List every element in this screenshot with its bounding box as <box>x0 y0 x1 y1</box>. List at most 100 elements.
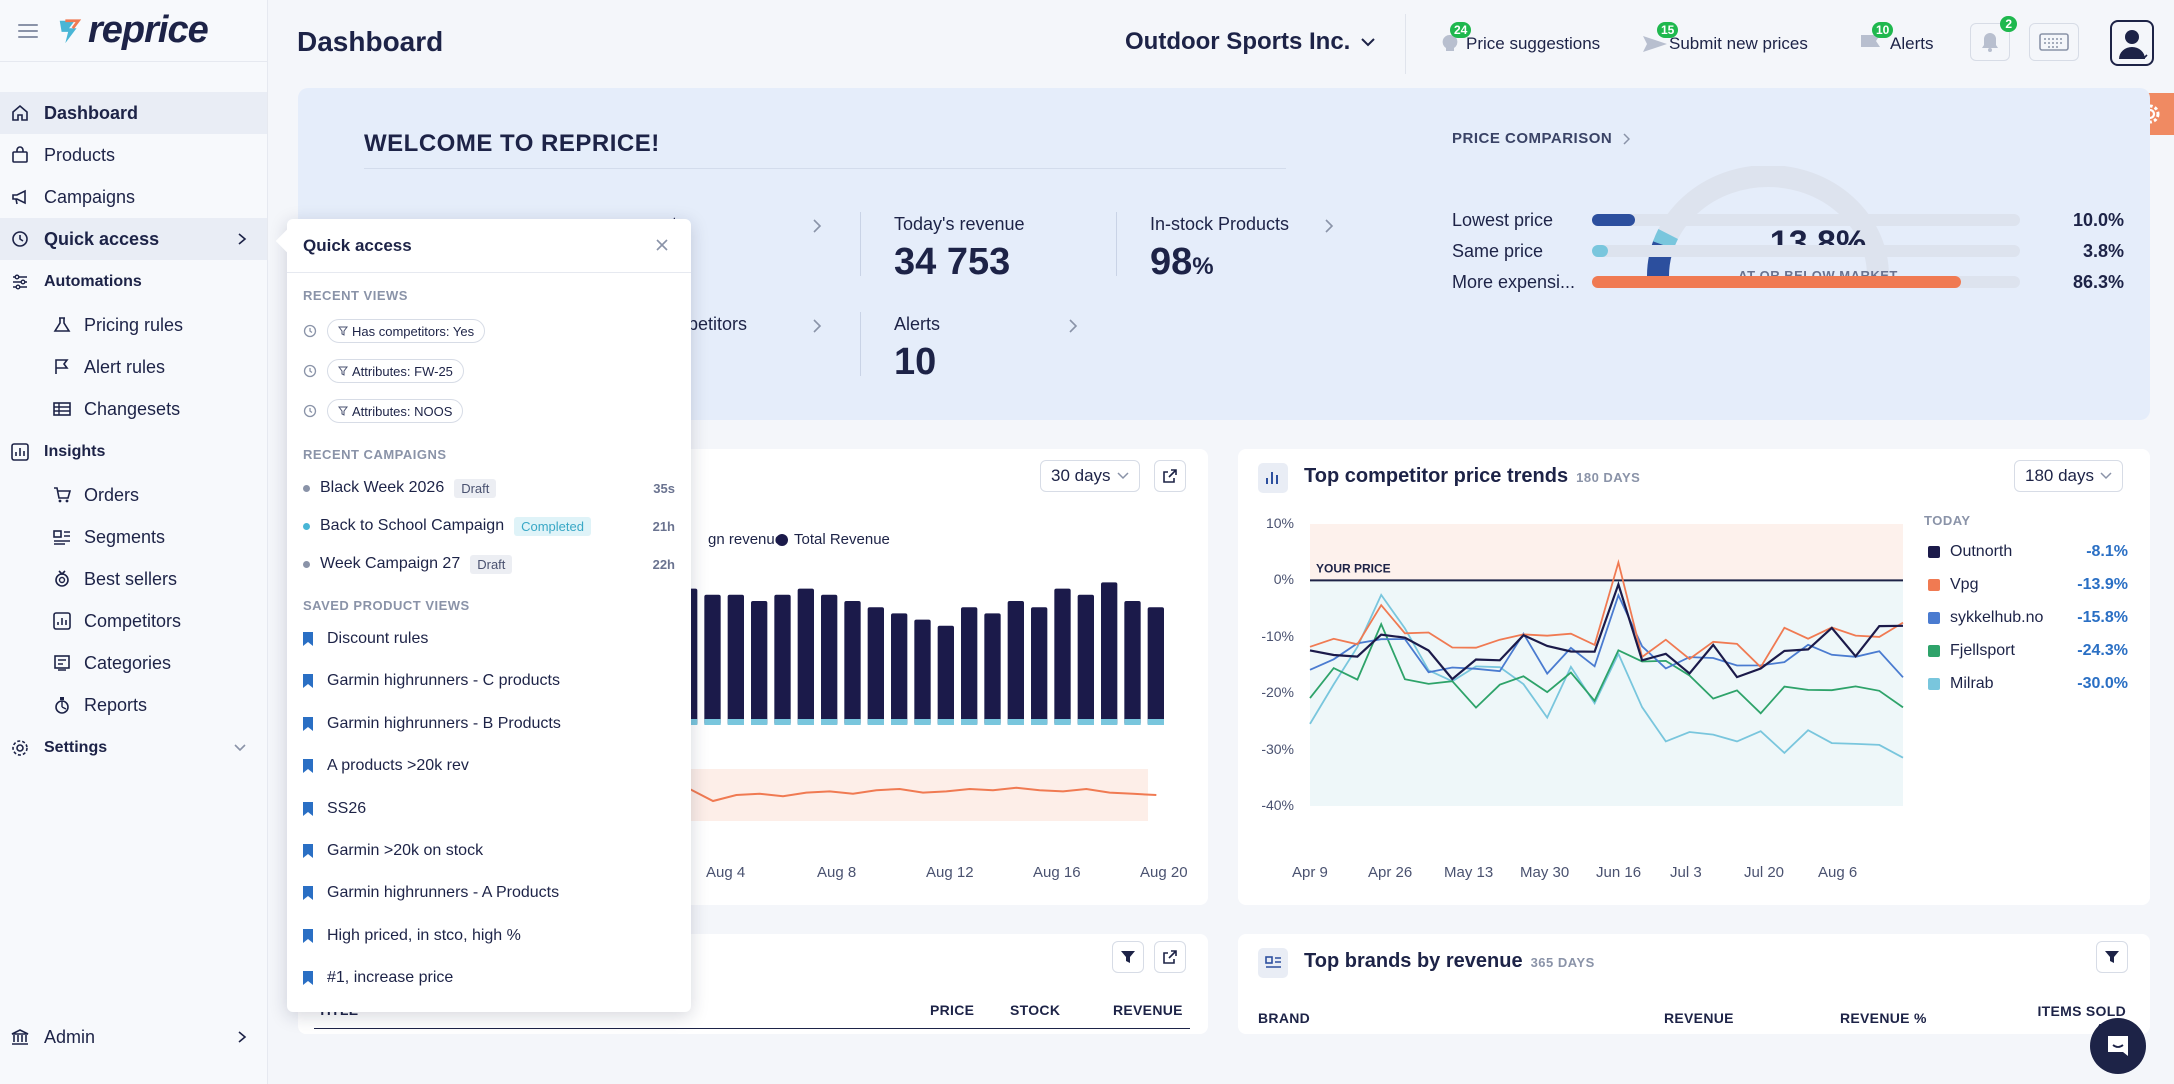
sidebar-item-quick-access[interactable]: Quick access <box>0 218 267 260</box>
recent-campaign-item[interactable]: Back to School Campaign Completed 21h <box>303 514 675 538</box>
chevron-right-icon[interactable] <box>812 218 822 234</box>
x-tick-label: Jul 20 <box>1744 864 1785 881</box>
trends-range-select[interactable]: 180 days <box>2014 460 2123 492</box>
sidebar-item-best-sellers[interactable]: Best sellers <box>0 558 267 600</box>
card-title: Top brands by revenue 365 DAYS <box>1304 950 1595 973</box>
chevron-right-icon[interactable] <box>1068 318 1078 334</box>
sidebar-item-label: Settings <box>44 739 108 756</box>
sidebar-item-admin[interactable]: Admin <box>0 1016 267 1058</box>
home-icon <box>10 103 30 123</box>
flag-icon <box>52 357 72 377</box>
sidebar-item-label: Changesets <box>84 398 181 419</box>
competitor-value: -8.1% <box>2086 543 2128 560</box>
price-comparison-link[interactable]: PRICE COMPARISON <box>1452 130 1631 147</box>
filter-chip[interactable]: Attributes: NOOS <box>327 399 464 423</box>
products-filter-button[interactable] <box>1112 941 1144 973</box>
competitor-value: -13.9% <box>2077 576 2128 593</box>
column-revenue: REVENUE <box>1113 1002 1183 1018</box>
recent-campaign-item[interactable]: Week Campaign 27 Draft 22h <box>303 552 675 576</box>
campaign-revenue-bar <box>1007 719 1024 725</box>
campaign-revenue-bar <box>1031 719 1048 725</box>
sidebar-section-settings[interactable]: Settings <box>0 726 267 770</box>
recent-view-item[interactable]: Attributes: FW-25 <box>303 358 464 384</box>
column-brand: BRAND <box>1258 1010 1311 1026</box>
chevron-right-icon <box>238 1031 247 1043</box>
quick-access-header: Quick access <box>287 219 691 273</box>
sidebar-item-categories[interactable]: Categories <box>0 642 267 684</box>
notifications-button[interactable]: 2 <box>1970 16 2017 61</box>
products-open-button[interactable] <box>1154 941 1186 973</box>
sidebar-item-products[interactable]: Products <box>0 134 267 176</box>
recent-campaign-item[interactable]: Black Week 2026 Draft 35s <box>303 476 675 500</box>
sidebar-item-campaigns[interactable]: Campaigns <box>0 176 267 218</box>
competitor-name: Vpg <box>1950 576 1979 593</box>
alerts-button[interactable]: 10 Alerts <box>1858 22 1933 56</box>
sidebar-section-insights[interactable]: Insights <box>0 430 267 474</box>
keyboard-shortcuts-button[interactable] <box>2029 23 2079 61</box>
row-bar-fill <box>1592 214 1635 226</box>
top-brands-card: Top brands by revenue 365 DAYS BRAND REVE… <box>1238 934 2150 1034</box>
recent-view-item[interactable]: Has competitors: Yes <box>303 318 486 344</box>
saved-view-item[interactable]: A products >20k rev <box>303 754 469 778</box>
legend-total-revenue: Total Revenue <box>776 531 890 548</box>
logo[interactable]: reprice <box>56 9 209 52</box>
price-suggestions-button[interactable]: 24 Price suggestions <box>1438 22 1600 56</box>
campaign-revenue-bar <box>1101 719 1118 725</box>
submit-new-prices-button[interactable]: 15 Submit new prices <box>1641 22 1808 56</box>
clock-icon <box>303 324 317 338</box>
saved-view-item[interactable]: Garmin highrunners - A Products <box>303 881 559 905</box>
row-value: 86.3% <box>2072 271 2124 292</box>
sidebar-item-changesets[interactable]: Changesets <box>0 388 267 430</box>
filter-chip[interactable]: Has competitors: Yes <box>327 319 486 343</box>
brands-title: Top brands by revenue <box>1304 950 1523 972</box>
sidebar-item-alert-rules[interactable]: Alert rules <box>0 346 267 388</box>
sidebar-item-label: Products <box>44 144 116 165</box>
legend-row[interactable]: sykkelhub.no -15.8% <box>1928 607 2128 629</box>
menu-icon[interactable] <box>18 23 38 38</box>
recent-views-label: RECENT VIEWS <box>303 288 408 303</box>
saved-view-item[interactable]: Garmin highrunners - B Products <box>303 712 561 736</box>
stat-label: In-stock Products <box>1150 214 1290 234</box>
user-avatar[interactable] <box>2110 20 2154 66</box>
close-icon[interactable] <box>655 238 669 252</box>
sidebar-section-automations[interactable]: Automations <box>0 260 267 304</box>
stat-value: 34 753 <box>894 241 1011 283</box>
chat-button[interactable] <box>2090 1018 2146 1074</box>
sidebar-item-pricing-rules[interactable]: Pricing rules <box>0 304 267 346</box>
chevron-right-icon[interactable] <box>1324 218 1334 234</box>
sidebar-item-reports[interactable]: Reports <box>0 684 267 726</box>
saved-view-item[interactable]: Discount rules <box>303 627 428 651</box>
saved-view-item[interactable]: SS26 <box>303 797 366 821</box>
sidebar-item-segments[interactable]: Segments <box>0 516 267 558</box>
saved-view-item[interactable]: Garmin >20k on stock <box>303 839 483 863</box>
row-bar-fill <box>1592 245 1609 257</box>
organization-selector[interactable]: Outdoor Sports Inc. <box>1125 28 1376 56</box>
bookmark-icon <box>303 801 313 816</box>
stat-alerts[interactable]: Alerts 10 <box>894 314 940 384</box>
y-tick-label: -40% <box>1261 797 1294 813</box>
revenue-open-button[interactable] <box>1154 460 1186 492</box>
sidebar-item-label: Categories <box>84 652 172 673</box>
sidebar-item-dashboard[interactable]: Dashboard <box>0 92 267 134</box>
brands-filter-button[interactable] <box>2096 941 2128 973</box>
range-value: 180 days <box>2025 466 2094 485</box>
chip-label: Attributes: FW-25 <box>352 363 453 379</box>
revenue-range-select[interactable]: 30 days <box>1040 460 1140 492</box>
sidebar: reprice Dashboard Products Campaigns Qui… <box>0 0 268 1084</box>
saved-view-item[interactable]: Garmin highrunners - C products <box>303 669 560 693</box>
legend-row[interactable]: Fjellsport -24.3% <box>1928 640 2128 662</box>
saved-view-item[interactable]: High priced, in stco, high % <box>303 924 521 948</box>
legend-row[interactable]: Vpg -13.9% <box>1928 574 2128 596</box>
sidebar-item-label: Admin <box>44 1026 96 1047</box>
recent-campaigns-label: RECENT CAMPAIGNS <box>303 447 447 462</box>
legend-row[interactable]: Outnorth -8.1% <box>1928 541 2128 563</box>
saved-view-item[interactable]: #1, increase price <box>303 966 453 990</box>
sidebar-item-orders[interactable]: Orders <box>0 474 267 516</box>
filter-chip[interactable]: Attributes: FW-25 <box>327 359 464 383</box>
chevron-right-icon[interactable] <box>812 318 822 334</box>
legend-row[interactable]: Milrab -30.0% <box>1928 673 2128 695</box>
sidebar-item-label: Campaigns <box>44 186 136 207</box>
stat-instock[interactable]: In-stock Products 98% <box>1150 214 1289 284</box>
recent-view-item[interactable]: Attributes: NOOS <box>303 398 464 424</box>
sidebar-item-competitors[interactable]: Competitors <box>0 600 267 642</box>
